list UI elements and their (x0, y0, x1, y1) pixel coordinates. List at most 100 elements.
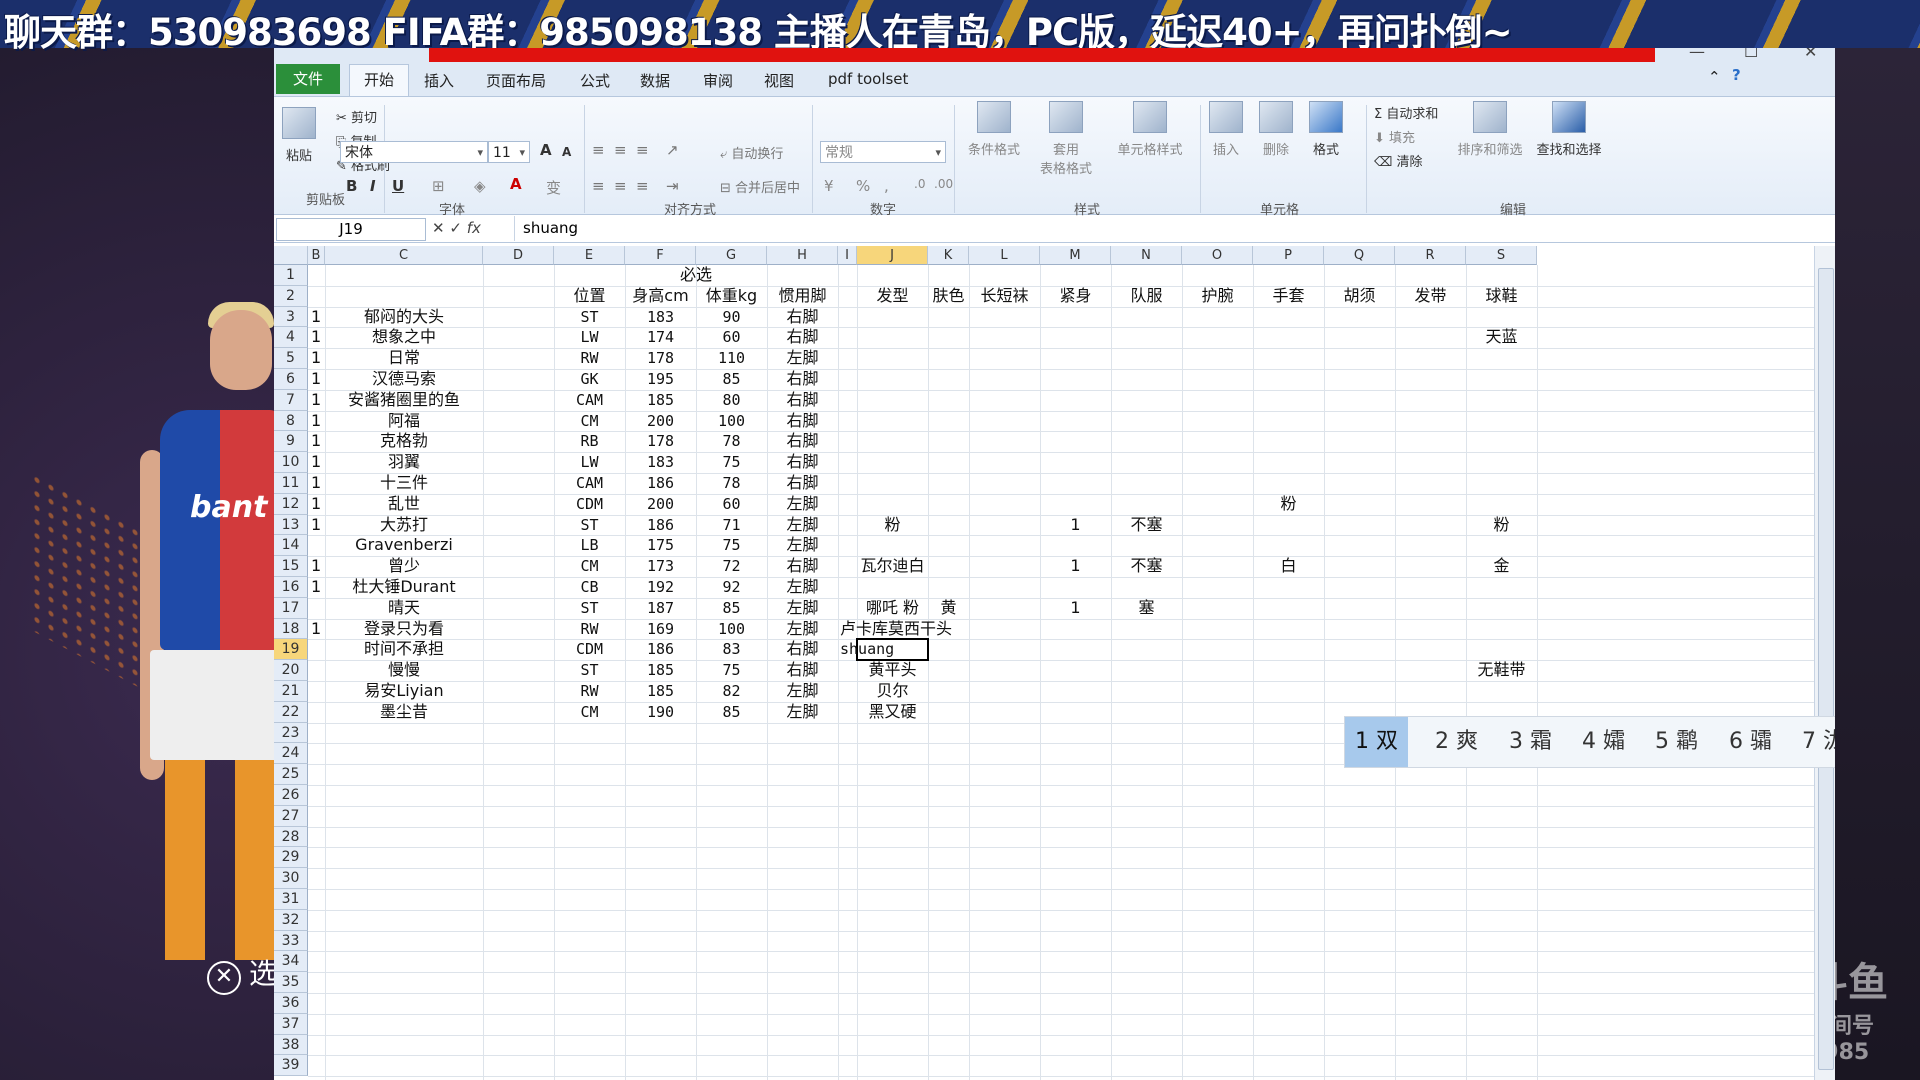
align-bottom-icon[interactable]: ≡ (636, 141, 649, 159)
header-cell-j[interactable]: 发型 (857, 286, 928, 307)
row-header-14[interactable]: 14 (274, 535, 308, 557)
font-color-button[interactable]: A (510, 175, 522, 193)
row-header-13[interactable]: 13 (274, 514, 308, 536)
vertical-scrollbar[interactable] (1814, 246, 1835, 1080)
bold-button[interactable]: B (346, 177, 357, 195)
header-cell-h[interactable]: 惯用脚 (767, 286, 838, 307)
cell-p15[interactable]: 白 (1253, 556, 1324, 577)
column-header-m[interactable]: M (1040, 246, 1111, 265)
conditional-format-button[interactable]: 条件格式 (962, 101, 1026, 158)
ime-candidate-6[interactable]: 6 骦 (1729, 717, 1772, 767)
row-header-23[interactable]: 23 (274, 722, 308, 744)
cell-c8[interactable]: 阿福 (325, 411, 483, 432)
cell-f5[interactable]: 178 (625, 348, 696, 369)
row-header-30[interactable]: 30 (274, 868, 308, 889)
row-header-32[interactable]: 32 (274, 909, 308, 931)
row-header-28[interactable]: 28 (274, 826, 308, 848)
row-header-31[interactable]: 31 (274, 889, 308, 910)
column-header-c[interactable]: C (325, 246, 483, 265)
row-header-27[interactable]: 27 (274, 805, 308, 827)
ime-candidate-4[interactable]: 4 孀 (1582, 717, 1625, 767)
cell-styles-button[interactable]: 单元格样式 (1110, 101, 1190, 158)
column-header-p[interactable]: P (1253, 246, 1324, 265)
row-header-18[interactable]: 18 (274, 618, 308, 640)
ime-candidate-1[interactable]: 1 双 (1345, 717, 1408, 767)
row-header-21[interactable]: 21 (274, 681, 308, 702)
merged-title-cell[interactable]: 必选 (554, 265, 838, 286)
cell-b5[interactable]: 1 (311, 348, 321, 369)
cell-h19[interactable]: 右脚 (767, 639, 838, 660)
cell-j15[interactable]: 瓦尔迪白 (857, 556, 928, 577)
cell-h20[interactable]: 右脚 (767, 660, 838, 681)
cell-g19[interactable]: 83 (696, 639, 767, 660)
cut-button[interactable]: ✂ 剪切 (336, 107, 377, 126)
help-icon[interactable]: ? (1732, 66, 1741, 84)
cell-g18[interactable]: 100 (696, 619, 767, 640)
cell-g20[interactable]: 75 (696, 660, 767, 681)
cell-h22[interactable]: 左脚 (767, 702, 838, 723)
tab-data[interactable]: 数据 (640, 70, 670, 91)
row-header-22[interactable]: 22 (274, 701, 308, 723)
column-header-b[interactable]: B (308, 246, 325, 265)
cell-e4[interactable]: LW (554, 327, 625, 348)
cell-g5[interactable]: 110 (696, 348, 767, 369)
cell-f12[interactable]: 200 (625, 494, 696, 515)
cell-s13[interactable]: 粉 (1466, 515, 1537, 536)
cell-c3[interactable]: 郁闷的大头 (325, 307, 483, 328)
row-header-38[interactable]: 38 (274, 1034, 308, 1056)
cell-b15[interactable]: 1 (311, 556, 321, 577)
header-cell-l[interactable]: 长短袜 (969, 286, 1040, 307)
cell-h12[interactable]: 左脚 (767, 494, 838, 515)
row-header-5[interactable]: 5 (274, 348, 308, 369)
column-header-q[interactable]: Q (1324, 246, 1395, 265)
underline-button[interactable]: U (392, 177, 404, 195)
cell-e6[interactable]: GK (554, 369, 625, 390)
cell-h6[interactable]: 右脚 (767, 369, 838, 390)
cell-h8[interactable]: 右脚 (767, 411, 838, 432)
row-header-20[interactable]: 20 (274, 660, 308, 681)
cell-c6[interactable]: 汉德马索 (325, 369, 483, 390)
cell-e3[interactable]: ST (554, 307, 625, 328)
row-header-11[interactable]: 11 (274, 473, 308, 494)
cell-b4[interactable]: 1 (311, 327, 321, 348)
row-header-26[interactable]: 26 (274, 785, 308, 806)
formula-input[interactable]: shuang (514, 216, 1823, 241)
cell-f4[interactable]: 174 (625, 327, 696, 348)
row-header-10[interactable]: 10 (274, 452, 308, 473)
cancel-icon[interactable]: ✕ (432, 219, 445, 237)
maximize-icon[interactable]: ☐ (1744, 48, 1758, 61)
cell-e16[interactable]: CB (554, 577, 625, 598)
row-header-36[interactable]: 36 (274, 993, 308, 1014)
cell-b16[interactable]: 1 (311, 577, 321, 598)
cell-c7[interactable]: 安酱猪圈里的鱼 (325, 390, 483, 411)
cell-c19[interactable]: 时间不承担 (325, 639, 483, 660)
cell-e12[interactable]: CDM (554, 494, 625, 515)
collapse-ribbon-icon[interactable]: ⌃ (1708, 68, 1721, 86)
grow-font-button[interactable]: A (540, 141, 552, 159)
cell-s20[interactable]: 无鞋带 (1466, 660, 1537, 681)
insert-cells-button[interactable]: 插入 (1204, 101, 1248, 158)
align-middle-icon[interactable]: ≡ (614, 141, 627, 159)
cell-m17[interactable]: 1 (1040, 598, 1111, 619)
header-cell-f[interactable]: 身高cm (625, 286, 696, 307)
cell-g9[interactable]: 78 (696, 431, 767, 452)
cell-h16[interactable]: 左脚 (767, 577, 838, 598)
percent-button[interactable]: % (856, 177, 870, 195)
cell-h9[interactable]: 右脚 (767, 431, 838, 452)
align-right-icon[interactable]: ≡ (636, 177, 649, 195)
cell-h21[interactable]: 左脚 (767, 681, 838, 702)
scrollbar-thumb[interactable] (1818, 268, 1834, 1070)
comma-button[interactable]: , (884, 177, 889, 195)
cell-g21[interactable]: 82 (696, 681, 767, 702)
cell-g7[interactable]: 80 (696, 390, 767, 411)
phonetic-button[interactable]: 变 (546, 177, 561, 198)
header-cell-r[interactable]: 发带 (1395, 286, 1466, 307)
cell-c4[interactable]: 想象之中 (325, 327, 483, 348)
row-header-35[interactable]: 35 (274, 972, 308, 993)
column-header-e[interactable]: E (554, 246, 625, 265)
row-header-2[interactable]: 2 (274, 285, 308, 307)
header-cell-k[interactable]: 肤色 (928, 286, 969, 307)
row-header-1[interactable]: 1 (274, 265, 308, 286)
format-cells-button[interactable]: 格式 (1304, 101, 1348, 158)
cell-g8[interactable]: 100 (696, 411, 767, 432)
